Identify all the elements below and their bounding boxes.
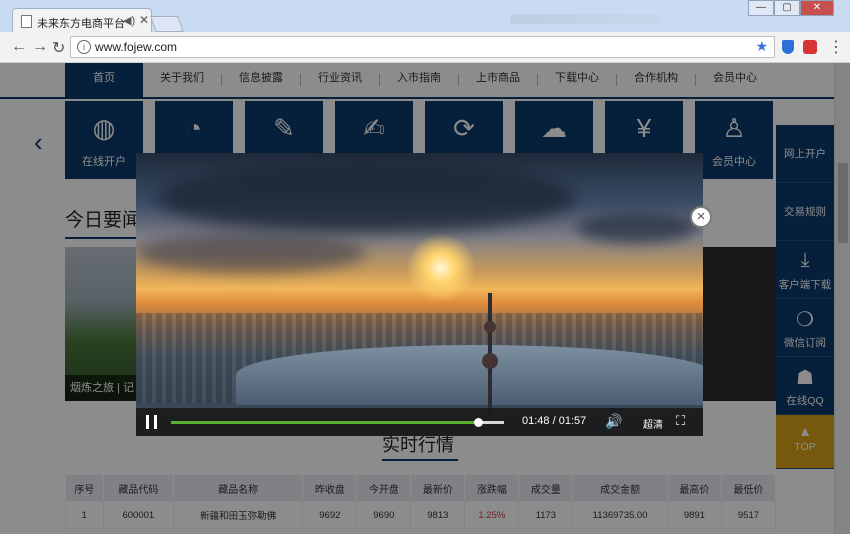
page-content: 首页 关于我们 信息披露 行业资讯 入市指南 上市商品 下载中心 合作机构 会员… [0,63,850,534]
video-time: 01:48 / 01:57 [522,415,586,427]
video-time-current: 01:48 [522,415,550,427]
minimize-button[interactable]: — [748,0,774,16]
tab-title: 未来东方电商平台 [37,18,125,30]
browser-menu-icon[interactable]: ⋮ [828,37,844,57]
page-favicon-icon [21,15,32,28]
browser-toolbar: ← → ↻ i www.fojew.com ★ ⋮ [0,32,850,63]
window-close-button[interactable]: ✕ [800,0,834,16]
video-river [236,345,703,405]
info-icon[interactable]: i [77,40,91,54]
video-close-button[interactable]: × [690,206,712,228]
video-time-total: 01:57 [558,415,587,427]
video-tower-sphere [484,321,496,333]
video-controls: 01:48 / 01:57 🔊 超清 ⛶ [136,408,703,436]
titlebar-blurred-area [510,14,660,24]
video-player[interactable]: 01:48 / 01:57 🔊 超清 ⛶ [136,153,703,436]
video-time-separator: / [552,415,556,427]
browser-titlebar: 未来东方电商平台 ◀) ✕ — ▢ ✕ [0,0,850,34]
maximize-button[interactable]: ▢ [774,0,800,16]
new-tab-button[interactable] [150,16,184,32]
quality-button[interactable]: 超清 [643,416,663,431]
volume-icon[interactable]: 🔊 [605,413,622,430]
video-progress-fill [171,421,479,424]
bookmark-star-icon[interactable]: ★ [755,38,768,55]
forward-arrow-icon[interactable]: → [32,38,48,56]
fullscreen-icon[interactable]: ⛶ [676,413,685,429]
address-bar[interactable]: i www.fojew.com ★ [70,36,775,58]
tab-audio-icon[interactable]: ◀) [123,14,135,27]
url-text[interactable]: www.fojew.com [95,40,177,54]
reload-icon[interactable]: ↻ [52,38,65,58]
video-sun [406,233,476,303]
tab-close-icon[interactable]: ✕ [139,13,149,27]
video-progress-bar[interactable] [171,418,504,427]
video-progress-handle[interactable] [474,418,484,427]
video-cloud [156,163,576,233]
browser-tab[interactable]: 未来东方电商平台 ◀) ✕ [12,8,152,34]
shield-extension-icon[interactable] [782,40,794,54]
video-tower-sphere [482,353,498,369]
red-extension-icon[interactable] [803,40,817,54]
video-cloud [136,233,366,273]
video-cloud [576,213,696,243]
back-arrow-icon[interactable]: ← [11,38,27,56]
pause-icon[interactable] [146,415,158,429]
